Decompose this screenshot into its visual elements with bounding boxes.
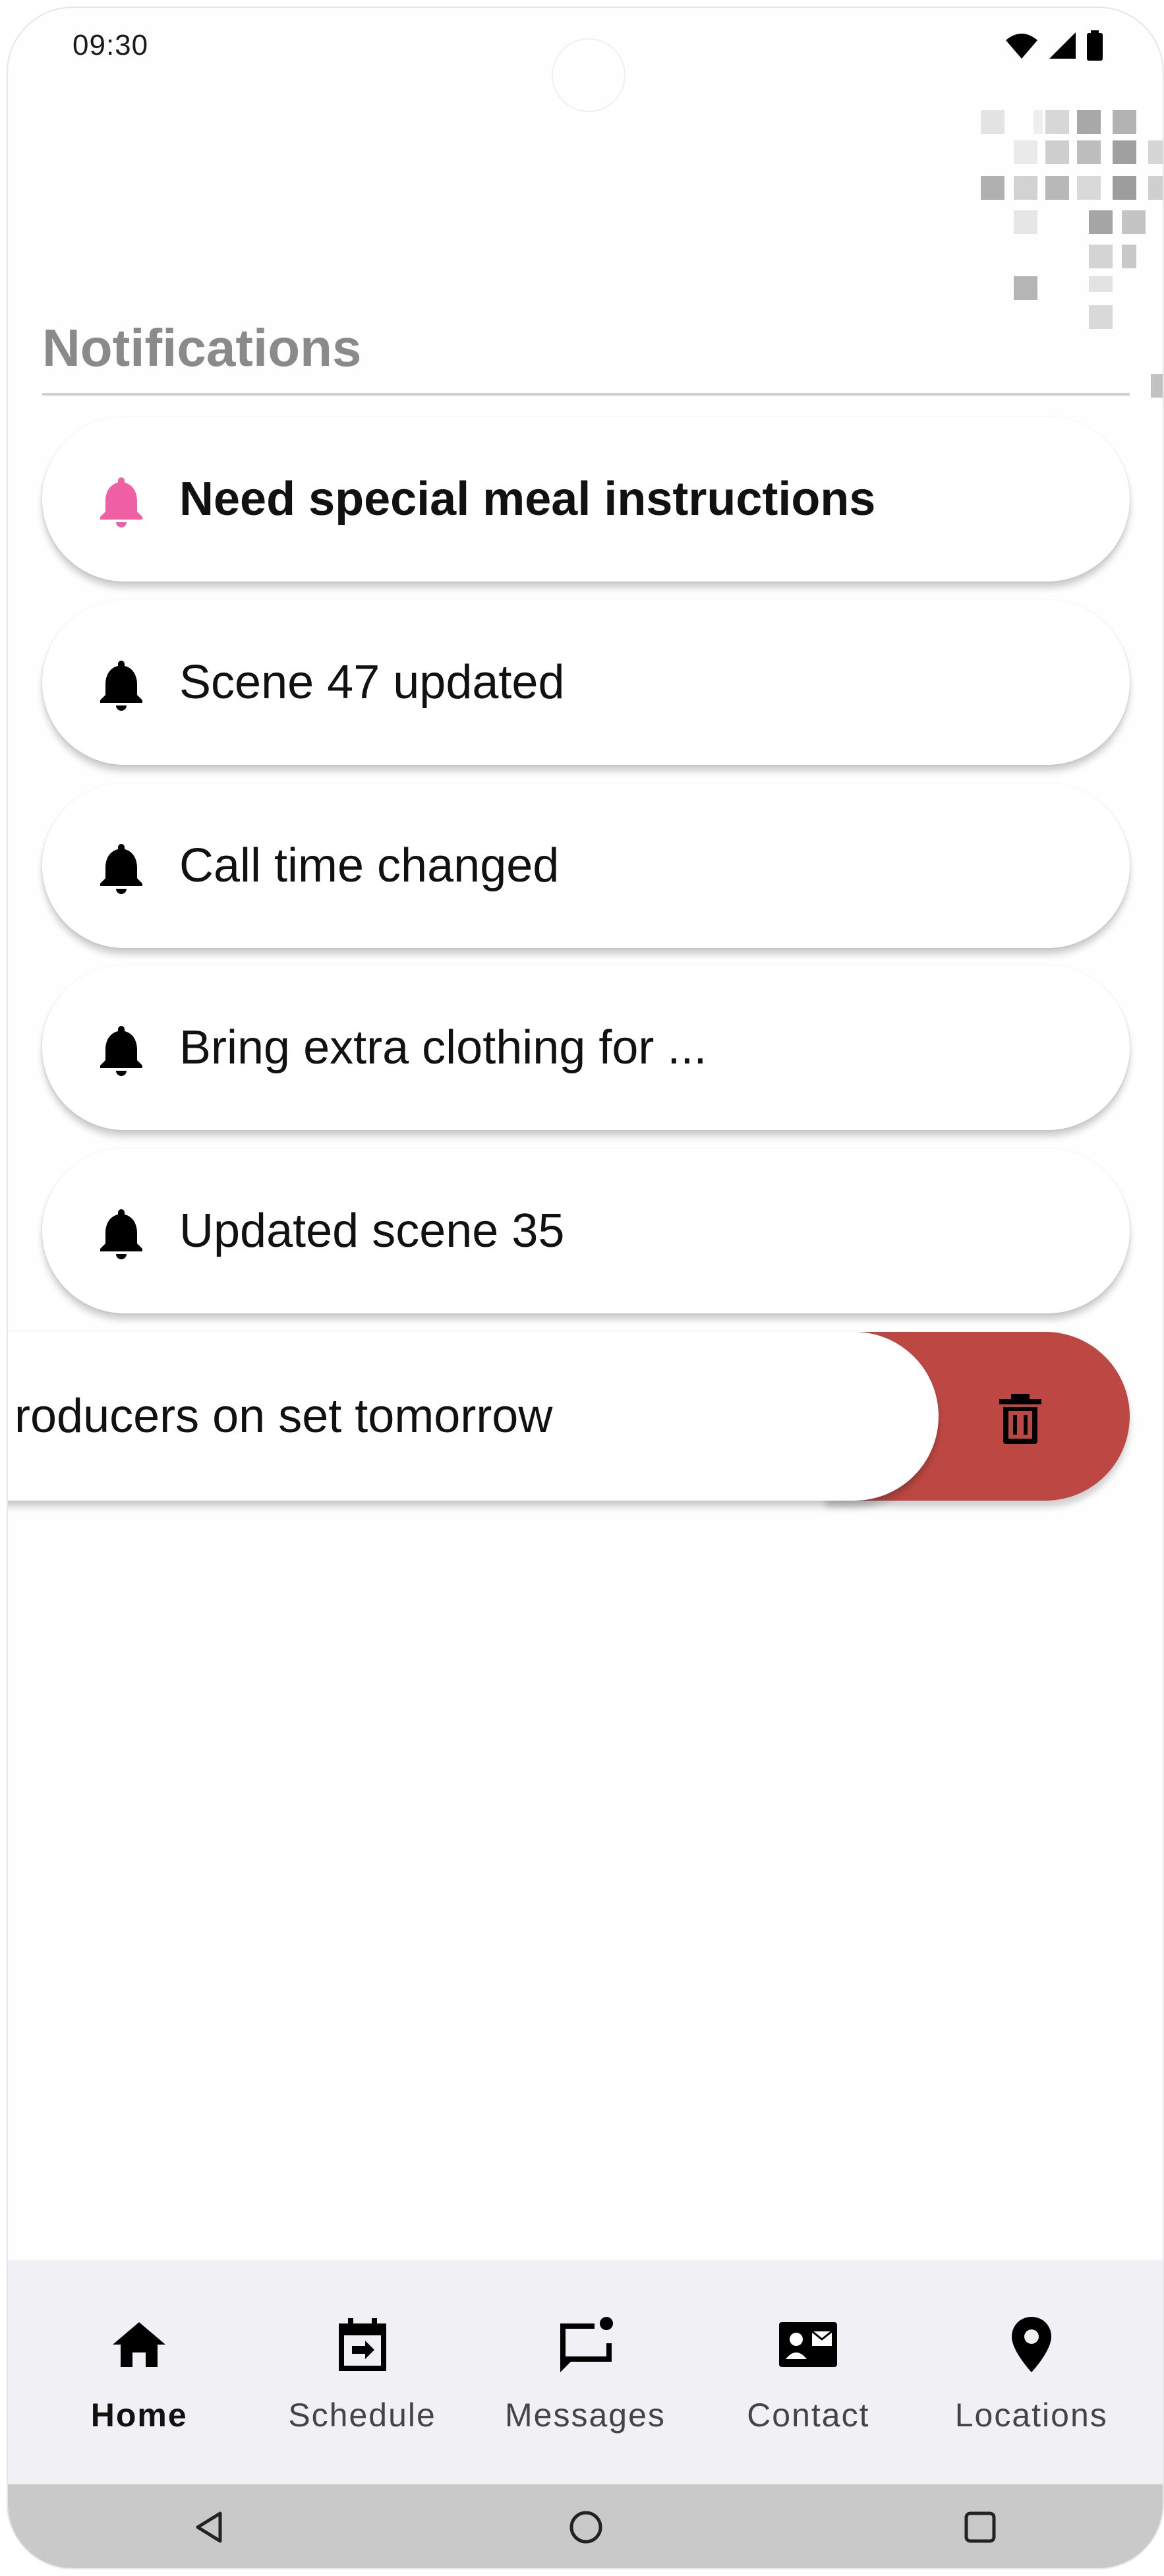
swiped-notification-row[interactable]: roducers on set tomorrow (8, 1332, 1130, 1501)
notification-text: Bring extra clothing for ... (179, 1021, 707, 1074)
back-icon[interactable] (186, 2504, 232, 2550)
message-icon (560, 2317, 613, 2372)
bottom-navigation: Home Schedule Messages Contact Locations (8, 2260, 1163, 2484)
bell-icon (100, 844, 142, 894)
nav-item-locations[interactable]: Locations (926, 2260, 1137, 2484)
bell-icon (100, 1209, 142, 1259)
system-navigation-bar (8, 2484, 1163, 2568)
nav-label: Home (90, 2397, 188, 2434)
cellular-signal-icon (1049, 32, 1076, 59)
camera-cutout (552, 38, 626, 112)
notification-text: Call time changed (179, 839, 560, 892)
nav-item-schedule[interactable]: Schedule (257, 2260, 468, 2484)
bell-icon (100, 477, 142, 527)
wifi-icon (1006, 34, 1037, 59)
trash-icon[interactable] (997, 1393, 1044, 1445)
nav-item-home[interactable]: Home (34, 2260, 245, 2484)
contact-card-icon (779, 2322, 838, 2367)
decorative-pixel-logo (981, 110, 1163, 398)
title-divider (42, 393, 1130, 396)
swiped-notification-card[interactable]: roducers on set tomorrow (8, 1332, 939, 1501)
notification-item[interactable]: Scene 47 updated (42, 600, 1130, 765)
nav-label: Contact (747, 2397, 870, 2434)
phone-screen: 09:30 Notifications Need special meal in… (7, 7, 1164, 2569)
bell-icon (100, 661, 142, 711)
status-time: 09:30 (73, 29, 149, 61)
notification-text: Scene 47 updated (179, 656, 565, 709)
notification-item[interactable]: Bring extra clothing for ... (42, 965, 1130, 1130)
notification-text: Need special meal instructions (179, 473, 876, 525)
notification-text: roducers on set tomorrow (15, 1390, 553, 1443)
nav-label: Schedule (288, 2397, 436, 2434)
home-icon (113, 2322, 166, 2367)
notification-item-unread[interactable]: Need special meal instructions (42, 417, 1130, 582)
notification-item[interactable]: Call time changed (42, 783, 1130, 948)
notification-text: Updated scene 35 (179, 1205, 565, 1257)
bell-icon (100, 1026, 142, 1076)
nav-label: Locations (954, 2397, 1108, 2434)
calendar-icon (338, 2318, 386, 2371)
notification-item[interactable]: Updated scene 35 (42, 1149, 1130, 1313)
location-pin-icon (1011, 2317, 1051, 2372)
home-circle-icon[interactable] (563, 2504, 609, 2550)
nav-item-messages[interactable]: Messages (480, 2260, 691, 2484)
status-icons (1004, 30, 1103, 61)
nav-label: Messages (505, 2397, 666, 2434)
page-title: Notifications (42, 318, 362, 377)
battery-icon (1087, 30, 1103, 61)
nav-item-contact[interactable]: Contact (703, 2260, 914, 2484)
recents-icon[interactable] (957, 2504, 1003, 2550)
